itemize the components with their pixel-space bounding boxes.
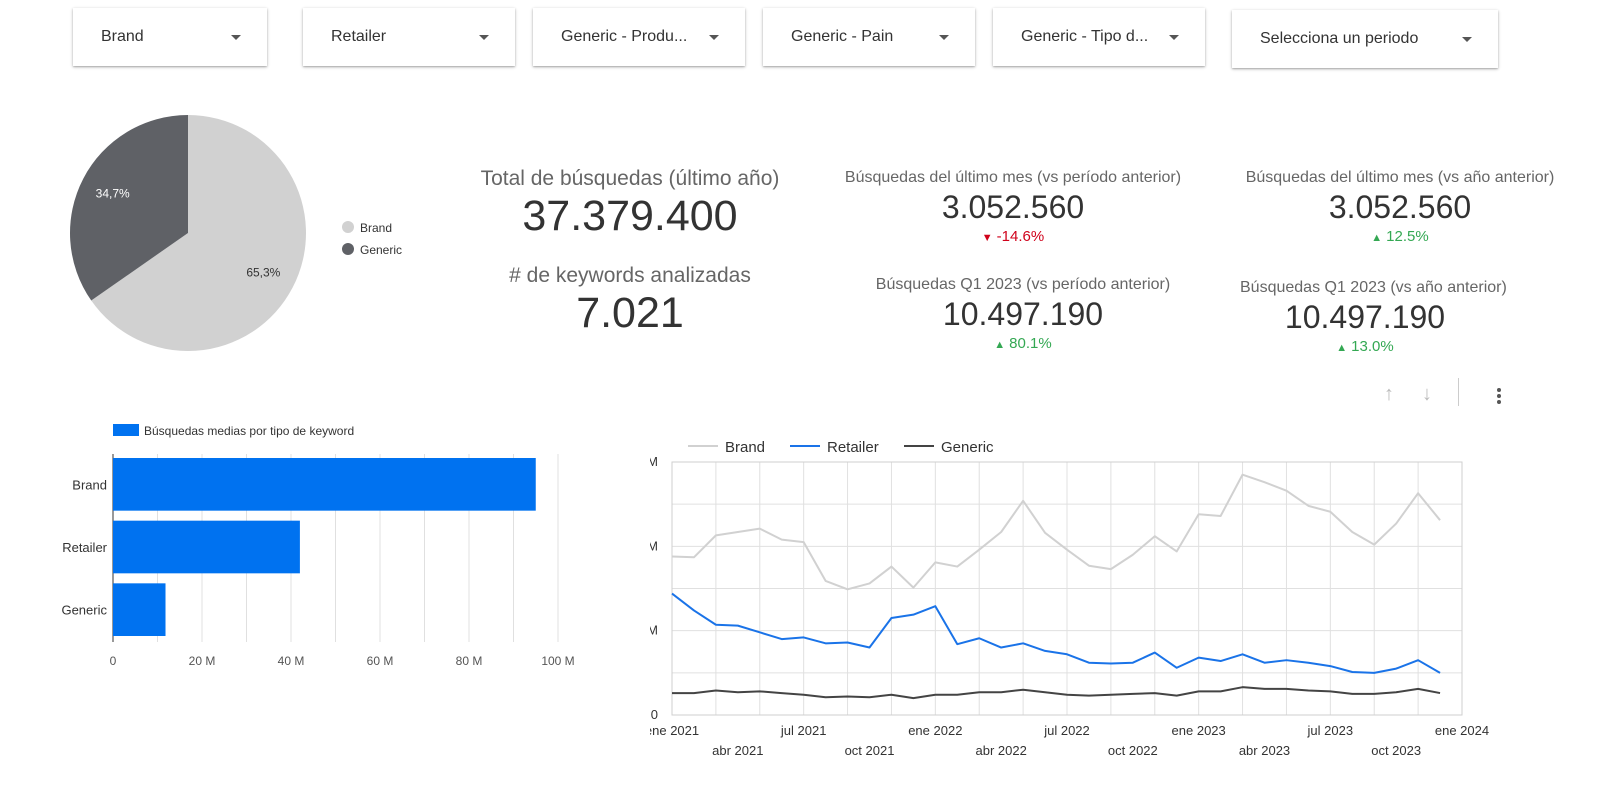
- line-x-tick-label: abr 2023: [1239, 743, 1290, 758]
- arrow-up-icon: ▲: [994, 339, 1006, 351]
- filter-label: Generic - Pain: [791, 28, 894, 45]
- pie-chart: 65,3% 34,7% Brand Generic: [69, 115, 402, 351]
- bar-x-tick-label: 60 M: [367, 654, 394, 668]
- legend-label-generic: Generic: [941, 439, 994, 456]
- filter-label: Brand: [101, 28, 144, 45]
- bar-brand: [113, 458, 536, 511]
- bar-category-label: Brand: [72, 477, 107, 492]
- bar-category-label: Generic: [61, 603, 107, 618]
- line-series-brand: [671, 473, 1441, 591]
- legend-label-brand: Brand: [360, 221, 392, 235]
- chevron-down-icon: [479, 34, 489, 40]
- filter-label: Generic - Tipo d...: [1021, 28, 1149, 45]
- line-y-tick-label: 2 M: [650, 538, 658, 553]
- month-year-value: 3.052.560: [1328, 189, 1472, 225]
- filter-generic-producto[interactable]: Generic - Produ...: [533, 8, 745, 66]
- filter-generic-pain[interactable]: Generic - Pain: [763, 8, 975, 66]
- bar-x-tick-label: 80 M: [456, 654, 483, 668]
- total-searches-label: Total de búsquedas (último año): [480, 167, 780, 190]
- bar-legend-label: Búsquedas medias por tipo de keyword: [144, 424, 354, 438]
- line-x-tick-label: jul 2022: [1043, 723, 1090, 738]
- arrow-up-icon: ▲: [1336, 342, 1348, 354]
- legend-label-retailer: Retailer: [827, 439, 879, 456]
- line-x-tick-label: jul 2021: [780, 723, 827, 738]
- line-x-tick-label: jul 2023: [1307, 723, 1354, 738]
- bar-x-tick-label: 100 M: [541, 654, 574, 668]
- month-prev-delta: ▼ -14.6%: [828, 228, 1198, 245]
- filter-retailer[interactable]: Retailer: [303, 8, 515, 66]
- arrow-down-icon: ▼: [981, 232, 993, 244]
- sort-ascending-icon[interactable]: ↑: [1384, 383, 1394, 406]
- line-x-tick-label: abr 2022: [976, 743, 1027, 758]
- line-legend: Brand Retailer Generic: [688, 439, 994, 456]
- month-year-label: Búsquedas del último mes (vs año anterio…: [1245, 169, 1555, 186]
- pie-legend: Brand Generic: [342, 221, 402, 257]
- line-x-tick-label: oct 2021: [845, 743, 895, 758]
- filter-periodo[interactable]: Selecciona un periodo: [1232, 10, 1498, 68]
- more-options-icon[interactable]: [1496, 386, 1502, 406]
- chevron-down-icon: [1462, 36, 1472, 42]
- line-x-tick-label: oct 2023: [1371, 743, 1421, 758]
- legend-swatch-generic: [342, 243, 354, 255]
- line-series-generic: [672, 686, 1441, 700]
- arrow-up-icon: ▲: [1371, 232, 1383, 244]
- keywords-label: # de keywords analizadas: [509, 264, 751, 287]
- filter-label: Generic - Produ...: [561, 28, 688, 45]
- chevron-down-icon: [709, 34, 719, 40]
- bar-x-tick-label: 40 M: [278, 654, 305, 668]
- legend-swatch-brand: [342, 221, 354, 233]
- line-x-tick-label: ene 2021: [650, 723, 699, 738]
- delta-text: -14.6%: [996, 228, 1045, 245]
- line-x-tick-label: oct 2022: [1108, 743, 1158, 758]
- filter-label: Selecciona un periodo: [1260, 30, 1419, 47]
- line-y-tick-label: 0: [651, 707, 658, 722]
- bar-retailer: [113, 520, 300, 574]
- keywords-value: 7.021: [576, 289, 684, 337]
- line-x-tick-label: ene 2023: [1172, 723, 1226, 738]
- q1-prev-value: 10.497.190: [942, 296, 1104, 332]
- bar-chart: Búsquedas medias por tipo de keyword Bra…: [61, 424, 575, 668]
- q1-prev-label: Búsquedas Q1 2023 (vs período anterior): [875, 276, 1171, 293]
- bar-generic: [113, 583, 166, 636]
- bar-x-tick-label: 20 M: [189, 654, 216, 668]
- delta-text: 13.0%: [1351, 338, 1394, 355]
- bar-legend-swatch: [113, 424, 139, 436]
- month-year-delta: ▲ 12.5%: [1215, 228, 1585, 245]
- line-series-retailer: [671, 592, 1441, 674]
- bar-x-tick-label: 0: [110, 654, 117, 668]
- line-x-tick-label: abr 2021: [712, 743, 763, 758]
- bar-category-label: Retailer: [62, 540, 107, 555]
- line-x-tick-label: ene 2024: [1435, 723, 1489, 738]
- q1-year-label: Búsquedas Q1 2023 (vs año anterior): [1240, 279, 1507, 296]
- filter-label: Retailer: [331, 28, 387, 45]
- pie-label-generic: 34,7%: [96, 187, 130, 201]
- month-prev-value: 3.052.560: [941, 189, 1085, 225]
- q1-year-value: 10.497.190: [1284, 299, 1446, 335]
- q1-prev-delta: ▲ 80.1%: [838, 335, 1208, 352]
- line-x-tick-label: ene 2022: [908, 723, 962, 738]
- chevron-down-icon: [1169, 34, 1179, 40]
- filter-brand[interactable]: Brand: [73, 8, 267, 66]
- legend-label-generic: Generic: [360, 243, 402, 257]
- total-searches-value: 37.379.400: [522, 192, 738, 240]
- line-y-tick-label: 3 M: [650, 454, 658, 469]
- sort-descending-icon[interactable]: ↓: [1422, 383, 1432, 406]
- legend-label-brand: Brand: [725, 439, 765, 456]
- chevron-down-icon: [231, 34, 241, 40]
- q1-year-delta: ▲ 13.0%: [1200, 338, 1530, 355]
- month-prev-label: Búsquedas del último mes (vs período ant…: [844, 169, 1182, 186]
- delta-text: 80.1%: [1009, 335, 1052, 352]
- filter-generic-tipo[interactable]: Generic - Tipo d...: [993, 8, 1205, 66]
- delta-text: 12.5%: [1386, 228, 1429, 245]
- pie-label-brand: 65,3%: [246, 265, 280, 279]
- chevron-down-icon: [939, 34, 949, 40]
- line-y-tick-label: 1 M: [650, 623, 658, 638]
- line-chart: Brand Retailer Generic 0 1 M 2 M 3 M ene 20…: [650, 439, 1489, 758]
- toolbar-divider: [1458, 378, 1459, 406]
